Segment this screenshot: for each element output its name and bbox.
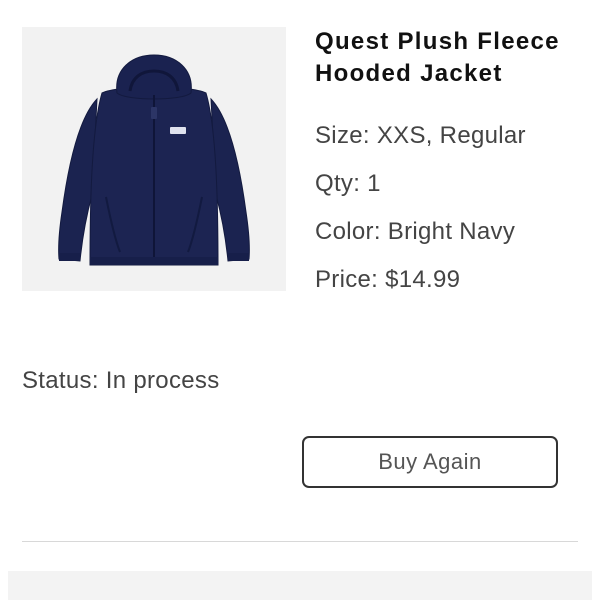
order-item-card: Quest Plush Fleece Hooded Jacket Size: X… <box>0 0 600 600</box>
product-size: Size: XXS, Regular <box>315 122 526 149</box>
product-title[interactable]: Quest Plush Fleece Hooded Jacket <box>315 26 585 90</box>
product-image[interactable] <box>22 27 286 291</box>
product-color: Color: Bright Navy <box>315 218 516 245</box>
product-details: Quest Plush Fleece Hooded Jacket Size: X… <box>315 26 585 304</box>
next-section-band <box>8 571 592 600</box>
product-qty: Qty: 1 <box>315 170 381 197</box>
product-price: Price: $14.99 <box>315 266 461 293</box>
order-status: Status: In process <box>22 367 220 394</box>
jacket-image <box>58 54 250 266</box>
buy-again-button[interactable]: Buy Again <box>302 436 558 488</box>
divider <box>22 541 578 542</box>
